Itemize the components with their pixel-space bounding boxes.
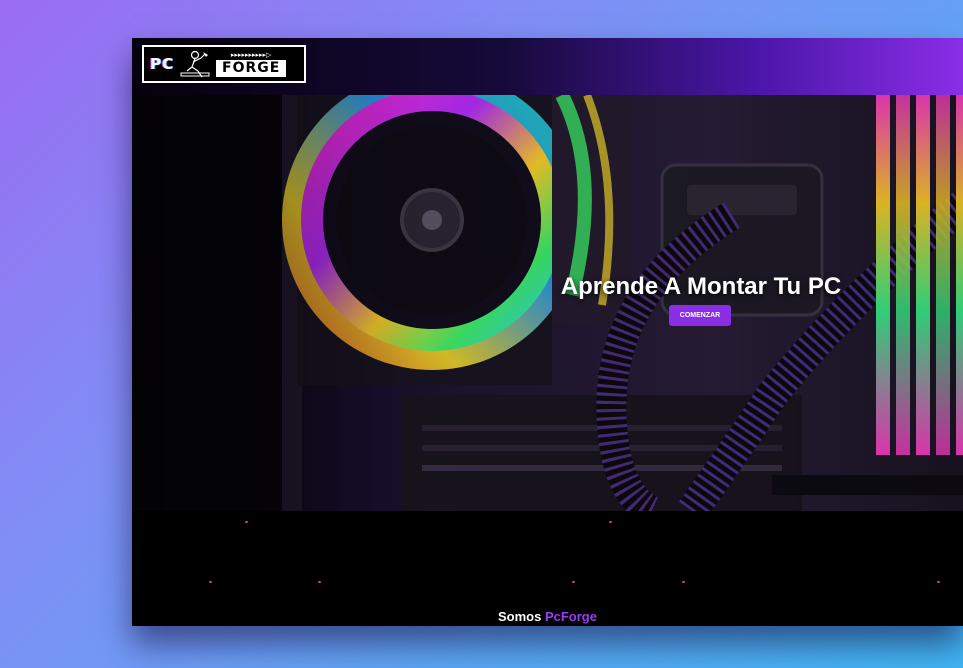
ember-particle [245,521,248,523]
logo-right-block: ▸▸▸▸▸▸▸▸▸▸▷ FORGE [216,51,287,77]
about-heading: Somos PcForge [132,609,963,624]
ember-particle [682,581,685,583]
ember-particle [937,581,940,583]
about-prefix: Somos [498,609,542,624]
ember-particle [318,581,321,583]
logo-forge-text: FORGE [216,60,287,77]
pcforge-logo[interactable]: PC ▸▸▸▸▸▸▸▸▸▸▷ FORGE [142,45,306,83]
blacksmith-icon [180,50,210,78]
logo-arrows: ▸▸▸▸▸▸▸▸▸▸▷ [230,51,272,59]
navbar: PC ▸▸▸▸▸▸▸▸▸▸▷ FORGE [132,38,963,95]
hero-title: Aprende A Montar Tu PC [560,273,842,300]
hero-section: Aprende A Montar Tu PC COMENZAR [132,95,963,511]
ember-particle [572,581,575,583]
comenzar-button[interactable]: COMENZAR [669,305,731,326]
logo-pc-text: PC [150,55,175,73]
browser-page: PC ▸▸▸▸▸▸▸▸▸▸▷ FORGE Aprende A Montar Tu… [132,38,963,626]
lower-section: Somos PcForge [132,511,963,626]
about-brand: PcForge [544,609,597,624]
ember-particle [209,581,212,583]
hero-overlay [132,95,963,511]
ember-particle [609,521,612,523]
